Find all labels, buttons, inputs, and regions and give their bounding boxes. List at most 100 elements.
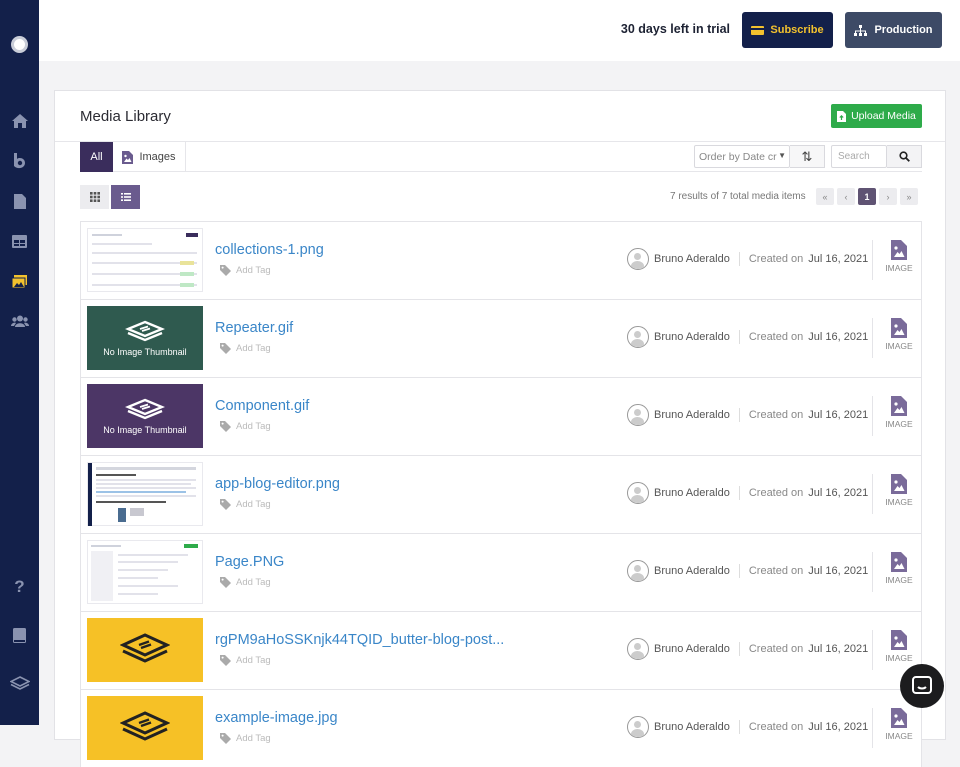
media-row[interactable]: collections-1.png Add Tag Bruno Aderaldo… (80, 221, 922, 299)
production-button[interactable]: Production (845, 12, 942, 48)
separator (738, 252, 740, 266)
add-tag[interactable]: Add Tag (220, 577, 271, 588)
media-name[interactable]: Component.gif (215, 398, 309, 414)
media-thumbnail[interactable] (87, 462, 203, 526)
add-tag[interactable]: Add Tag (220, 421, 271, 432)
home-icon[interactable] (0, 111, 39, 131)
media-type: IMAGE (879, 396, 919, 429)
file-upload-icon (837, 110, 847, 122)
search-button[interactable] (887, 145, 922, 168)
upload-media-button[interactable]: Upload Media (831, 104, 922, 128)
media-thumbnail[interactable] (87, 228, 203, 292)
add-tag-label: Add Tag (236, 265, 271, 276)
media-thumbnail[interactable]: No Image Thumbnail (87, 384, 203, 448)
media-name[interactable]: Repeater.gif (215, 320, 293, 336)
media-row[interactable]: rgPM9aHoSSKnjk44TQID_butter-blog-post...… (80, 611, 922, 689)
topbar: 30 days left in trial Subscribe Producti… (39, 0, 960, 61)
pages-icon[interactable] (0, 191, 39, 211)
screenshot-thumbnail (87, 228, 203, 292)
created-date: Jul 16, 2021 (808, 643, 869, 655)
subscribe-button[interactable]: Subscribe (742, 12, 833, 48)
tab-images[interactable]: Images (113, 142, 186, 172)
media-name[interactable]: app-blog-editor.png (215, 476, 340, 492)
order-by-select[interactable]: Order by Date cr ▼ (694, 145, 790, 168)
list-view-button[interactable] (111, 185, 140, 209)
separator (738, 330, 740, 344)
last-page-button[interactable]: » (900, 188, 918, 205)
butter-logo-icon (125, 320, 165, 341)
add-tag[interactable]: Add Tag (220, 655, 271, 666)
add-tag[interactable]: Add Tag (220, 265, 271, 276)
blog-icon[interactable] (0, 151, 39, 171)
media-icon[interactable] (0, 271, 39, 291)
search-input[interactable]: Search (831, 145, 887, 168)
collections-icon[interactable] (0, 231, 39, 251)
layers-icon[interactable] (0, 673, 39, 693)
prev-page-button[interactable]: ‹ (837, 188, 855, 205)
tab-all[interactable]: All (80, 142, 113, 172)
image-file-icon (122, 150, 134, 164)
subscribe-label: Subscribe (770, 24, 824, 36)
author-name: Bruno Aderaldo (654, 487, 730, 499)
add-tag[interactable]: Add Tag (220, 343, 271, 354)
grid-view-button[interactable] (80, 185, 109, 209)
add-tag-label: Add Tag (236, 421, 271, 432)
image-file-icon (891, 552, 907, 572)
credit-card-icon (751, 25, 765, 35)
avatar (627, 404, 649, 426)
docs-icon[interactable] (0, 625, 39, 645)
media-name[interactable]: rgPM9aHoSSKnjk44TQID_butter-blog-post... (215, 632, 504, 648)
media-thumbnail[interactable]: No Image Thumbnail (87, 306, 203, 370)
author-info: Bruno Aderaldo Created on Jul 16, 2021 (627, 404, 868, 426)
media-row[interactable]: Page.PNG Add Tag Bruno Aderaldo Created … (80, 533, 922, 611)
divider (872, 708, 873, 748)
sort-direction-button[interactable]: ⇅ (790, 145, 825, 168)
current-page[interactable]: 1 (858, 188, 876, 205)
add-tag-label: Add Tag (236, 499, 271, 510)
media-thumbnail[interactable] (87, 618, 203, 682)
environment-icon (854, 24, 868, 36)
created-label: Created on (748, 721, 804, 733)
tag-icon (220, 655, 231, 666)
avatar (627, 716, 649, 738)
media-row[interactable]: example-image.jpg Add Tag Bruno Aderaldo… (80, 689, 922, 767)
created-label: Created on (748, 643, 804, 655)
author-info: Bruno Aderaldo Created on Jul 16, 2021 (627, 716, 868, 738)
media-type: IMAGE (879, 552, 919, 585)
author-info: Bruno Aderaldo Created on Jul 16, 2021 (627, 326, 868, 348)
media-type-label: IMAGE (885, 497, 913, 507)
chat-launcher-button[interactable] (900, 664, 944, 708)
media-thumbnail[interactable] (87, 540, 203, 604)
tag-icon (220, 265, 231, 276)
created-date: Jul 16, 2021 (808, 487, 869, 499)
separator (738, 642, 740, 656)
media-row[interactable]: app-blog-editor.png Add Tag Bruno Aderal… (80, 455, 922, 533)
add-tag[interactable]: Add Tag (220, 733, 271, 744)
trial-status: 30 days left in trial (620, 22, 730, 36)
first-page-button[interactable]: « (816, 188, 834, 205)
media-row[interactable]: No Image Thumbnail Component.gif Add Tag… (80, 377, 922, 455)
add-tag[interactable]: Add Tag (220, 499, 271, 510)
media-name[interactable]: example-image.jpg (215, 710, 338, 726)
separator (738, 720, 740, 734)
image-file-icon (891, 318, 907, 338)
media-name[interactable]: Page.PNG (215, 554, 284, 570)
media-name[interactable]: collections-1.png (215, 242, 324, 258)
image-file-icon (891, 708, 907, 728)
add-tag-label: Add Tag (236, 343, 271, 354)
sort-icon: ⇅ (801, 148, 813, 164)
author-info: Bruno Aderaldo Created on Jul 16, 2021 (627, 638, 868, 660)
logo[interactable] (11, 36, 28, 53)
caret-down-icon: ▼ (778, 151, 786, 160)
help-icon[interactable]: ? (0, 577, 39, 597)
next-page-button[interactable]: › (879, 188, 897, 205)
tabs-divider (185, 171, 922, 172)
users-icon[interactable] (0, 311, 39, 331)
add-tag-label: Add Tag (236, 577, 271, 588)
media-row[interactable]: No Image Thumbnail Repeater.gif Add Tag … (80, 299, 922, 377)
media-list: collections-1.png Add Tag Bruno Aderaldo… (80, 221, 922, 767)
author-info: Bruno Aderaldo Created on Jul 16, 2021 (627, 560, 868, 582)
media-thumbnail[interactable] (87, 696, 203, 760)
author-info: Bruno Aderaldo Created on Jul 16, 2021 (627, 248, 868, 270)
media-type-label: IMAGE (885, 419, 913, 429)
